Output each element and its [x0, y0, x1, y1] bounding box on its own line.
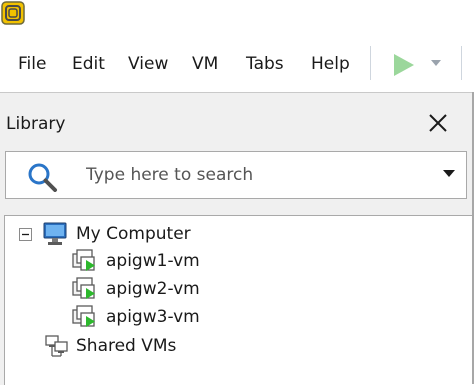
tree-item-label: apigw1-vm: [106, 251, 200, 271]
tree-item-my-computer[interactable]: My Computer: [5, 220, 465, 248]
search-box[interactable]: [5, 151, 467, 199]
tree-item-label: apigw3-vm: [106, 307, 200, 327]
menu-edit[interactable]: Edit: [72, 52, 105, 76]
tree-item-vm[interactable]: apigw1-vm: [5, 247, 465, 275]
vm-icon: [72, 249, 95, 271]
vm-icon: [72, 277, 95, 299]
title-bar: [0, 0, 474, 32]
tree-item-shared-vms[interactable]: Shared VMs: [5, 332, 465, 360]
collapse-icon[interactable]: [19, 228, 32, 241]
menu-help[interactable]: Help: [311, 52, 350, 76]
app-icon[interactable]: [1, 1, 25, 25]
library-panel: Library My Computer: [0, 92, 472, 385]
tree-item-vm[interactable]: apigw2-vm: [5, 275, 465, 303]
tree-item-label: Shared VMs: [76, 336, 177, 356]
close-icon[interactable]: [427, 112, 449, 134]
menu-tabs[interactable]: Tabs: [246, 52, 284, 76]
tree-item-vm[interactable]: apigw3-vm: [5, 303, 465, 331]
chevron-down-icon[interactable]: [430, 58, 442, 68]
menu-file[interactable]: File: [18, 52, 46, 76]
toolbar-separator: [370, 46, 371, 80]
vm-icon: [72, 305, 95, 327]
chevron-down-icon[interactable]: [443, 170, 455, 178]
search-input[interactable]: [86, 162, 426, 188]
play-icon[interactable]: [390, 52, 416, 78]
library-title: Library: [6, 114, 66, 134]
menu-view[interactable]: View: [128, 52, 168, 76]
menu-vm[interactable]: VM: [192, 52, 218, 76]
tree-item-label: My Computer: [76, 224, 191, 244]
tree-item-label: apigw2-vm: [106, 279, 200, 299]
computer-icon: [43, 222, 67, 245]
shared-vms-icon: [45, 335, 68, 357]
search-icon: [28, 163, 57, 192]
library-tree: My Computer apigw1-vm apigw2-vm apigw3-v…: [4, 215, 472, 385]
toolbar-separator: [461, 46, 462, 80]
menu-bar: File Edit View VM Tabs Help: [0, 32, 474, 92]
